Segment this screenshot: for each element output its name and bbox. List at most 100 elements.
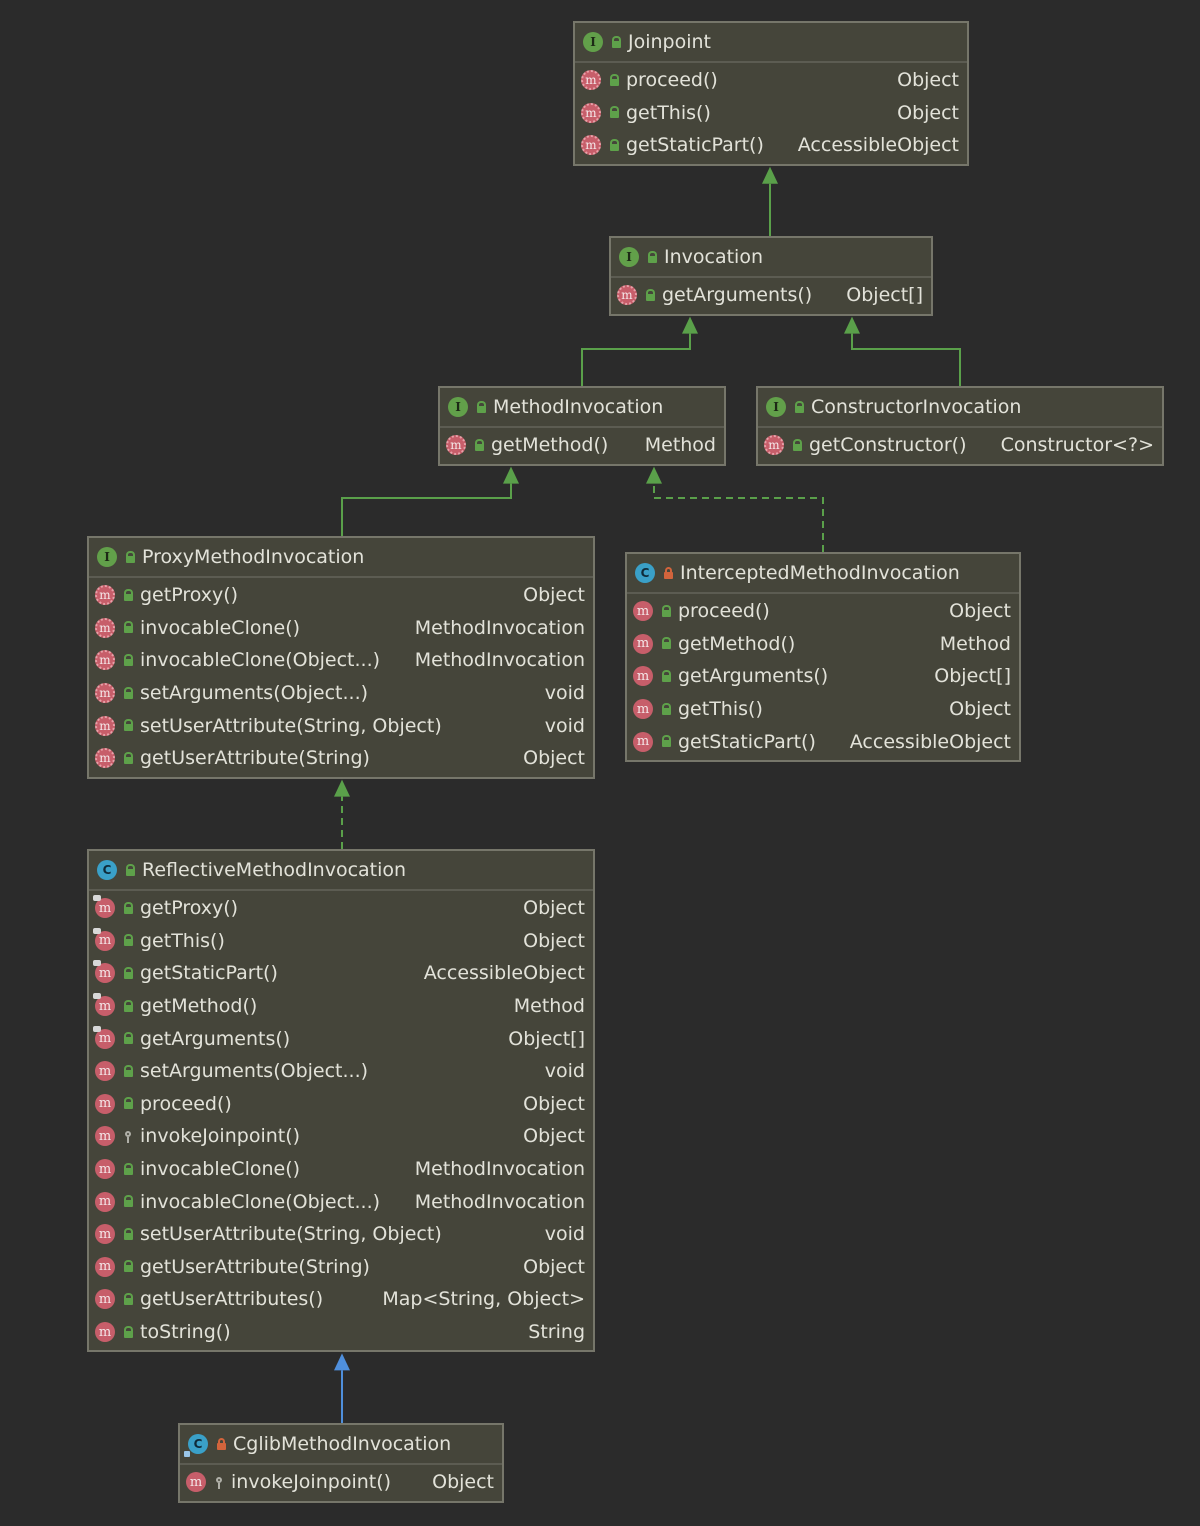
uml-node-constructorinvocation[interactable]: I ConstructorInvocation m getConstructor() C…	[756, 386, 1164, 466]
member-row[interactable]: m getArguments() Object[]	[89, 1022, 593, 1055]
node-title: Invocation	[664, 246, 763, 268]
edge-line	[581, 333, 691, 386]
public-visibility-icon	[123, 1325, 134, 1338]
member-row[interactable]: m getMethod() Method	[89, 990, 593, 1023]
member-row[interactable]: m setUserAttribute(String, Object) void	[89, 709, 593, 742]
uml-node-interceptedmethodinvocation[interactable]: C InterceptedMethodInvocation m proceed() Ob…	[625, 552, 1021, 762]
member-name: setUserAttribute(String, Object)	[140, 714, 442, 737]
member-row[interactable]: m toString() String	[89, 1316, 593, 1349]
member-row[interactable]: m getUserAttribute(String) Object	[89, 742, 593, 775]
node-title: CglibMethodInvocation	[233, 1433, 452, 1455]
uml-node-invocation[interactable]: I Invocation m getArguments() Object[]	[609, 236, 933, 316]
member-name: invocableClone()	[140, 616, 301, 639]
member-row[interactable]: m invokeJoinpoint() Object	[180, 1466, 502, 1499]
member-return-type: Method	[513, 995, 585, 1018]
member-row[interactable]: m invocableClone(Object...) MethodInvocati…	[89, 1185, 593, 1218]
member-row[interactable]: m getArguments() Object[]	[627, 660, 1019, 693]
method-icon: m	[95, 1322, 115, 1343]
edge-cglibmethodinvocation-to-reflectivemethodinvocation	[334, 1353, 350, 1423]
override-method-icon: m	[93, 927, 115, 951]
member-name: getProxy()	[140, 584, 239, 607]
member-row[interactable]: m getThis() Object	[89, 925, 593, 958]
member-row[interactable]: m getMethod() Method	[627, 628, 1019, 661]
member-row[interactable]: m getArguments() Object[]	[611, 279, 931, 312]
node-header: C ReflectiveMethodInvocation	[89, 851, 593, 891]
uml-node-joinpoint[interactable]: I Joinpoint m proceed() Object m getThis() Obje…	[573, 21, 969, 166]
member-row[interactable]: m getUserAttributes() Map<String, Object>	[89, 1283, 593, 1316]
member-name: setArguments(Object...)	[140, 682, 369, 705]
member-row[interactable]: m invocableClone(Object...) MethodInvocati…	[89, 644, 593, 677]
member-list: m invokeJoinpoint() Object	[180, 1465, 502, 1499]
member-row[interactable]: m proceed() Object	[89, 1088, 593, 1121]
member-row[interactable]: m getStaticPart() AccessibleObject	[575, 129, 967, 162]
member-name: toString()	[140, 1321, 231, 1344]
member-row[interactable]: m invokeJoinpoint() Object	[89, 1120, 593, 1153]
member-row[interactable]: m getUserAttribute(String) Object	[89, 1251, 593, 1284]
member-return-type: Object	[949, 600, 1011, 623]
member-name: getUserAttributes()	[140, 1288, 324, 1311]
member-row[interactable]: m getConstructor() Constructor<?>	[758, 429, 1162, 462]
public-visibility-icon	[123, 1097, 134, 1110]
public-visibility-icon	[647, 250, 658, 263]
public-visibility-icon	[645, 288, 656, 301]
public-visibility-icon	[123, 901, 134, 914]
node-header: I ProxyMethodInvocation	[89, 538, 593, 578]
member-row[interactable]: m setUserAttribute(String, Object) void	[89, 1218, 593, 1251]
member-row[interactable]: m getMethod() Method	[440, 429, 724, 462]
member-row[interactable]: m setArguments(Object...) void	[89, 1055, 593, 1088]
public-visibility-icon	[661, 637, 672, 650]
member-name: proceed()	[140, 1092, 232, 1115]
member-return-type: Method	[939, 632, 1011, 655]
member-return-type: Object	[523, 897, 585, 920]
uml-node-proxymethodinvocation[interactable]: I ProxyMethodInvocation m getProxy() Object m…	[87, 536, 595, 779]
member-name: proceed()	[626, 69, 718, 92]
private-visibility-icon	[663, 566, 674, 579]
edge-line	[851, 333, 961, 386]
member-list: m getArguments() Object[]	[611, 278, 931, 312]
member-row[interactable]: m getThis() Object	[627, 693, 1019, 726]
member-row[interactable]: m invocableClone() MethodInvocation	[89, 612, 593, 645]
public-visibility-icon	[661, 604, 672, 617]
uml-node-cglibmethodinvocation[interactable]: C CglibMethodInvocation m invokeJoinpoint()…	[178, 1423, 504, 1503]
abstract-method-icon: m	[581, 70, 601, 91]
member-row[interactable]: m setArguments(Object...) void	[89, 677, 593, 710]
member-row[interactable]: m proceed() Object	[627, 595, 1019, 628]
override-method-icon: m	[93, 960, 115, 984]
public-visibility-icon	[476, 400, 487, 413]
member-name: proceed()	[678, 600, 770, 623]
member-return-type: Map<String, Object>	[382, 1288, 585, 1311]
member-row[interactable]: m proceed() Object	[575, 64, 967, 97]
member-return-type: MethodInvocation	[414, 616, 585, 639]
member-row[interactable]: m getThis() Object	[575, 97, 967, 130]
uml-node-methodinvocation[interactable]: I MethodInvocation m getMethod() Method	[438, 386, 726, 466]
abstract-method-icon: m	[95, 617, 115, 638]
method-icon: m	[633, 731, 653, 752]
uml-node-reflectivemethodinvocation[interactable]: C ReflectiveMethodInvocation m getProxy() Ob…	[87, 849, 595, 1353]
node-title: Joinpoint	[628, 31, 712, 53]
node-header: C InterceptedMethodInvocation	[627, 554, 1019, 594]
member-name: setUserAttribute(String, Object)	[140, 1223, 442, 1246]
member-name: invokeJoinpoint()	[231, 1471, 392, 1494]
member-row[interactable]: m invocableClone() MethodInvocation	[89, 1153, 593, 1186]
node-title: ReflectiveMethodInvocation	[142, 859, 407, 881]
override-method-icon: m	[93, 993, 115, 1017]
class-icon: C	[184, 1434, 208, 1457]
edge-line	[653, 483, 824, 552]
member-row[interactable]: m getProxy() Object	[89, 892, 593, 925]
member-row[interactable]: m getProxy() Object	[89, 579, 593, 612]
member-row[interactable]: m getStaticPart() AccessibleObject	[89, 957, 593, 990]
public-visibility-icon	[123, 999, 134, 1012]
inheritance-arrowhead	[682, 316, 698, 334]
abstract-method-icon: m	[95, 650, 115, 671]
inheritance-arrowhead	[503, 466, 519, 484]
member-name: invocableClone(Object...)	[140, 649, 381, 672]
member-list: m getMethod() Method	[440, 428, 724, 462]
member-name: getMethod()	[140, 995, 258, 1018]
class-icon: C	[97, 860, 117, 880]
public-visibility-icon	[661, 702, 672, 715]
method-icon: m	[633, 633, 653, 654]
abstract-method-icon: m	[446, 435, 466, 456]
member-row[interactable]: m getStaticPart() AccessibleObject	[627, 725, 1019, 758]
abstract-method-icon: m	[95, 748, 115, 769]
member-return-type: void	[544, 714, 585, 737]
